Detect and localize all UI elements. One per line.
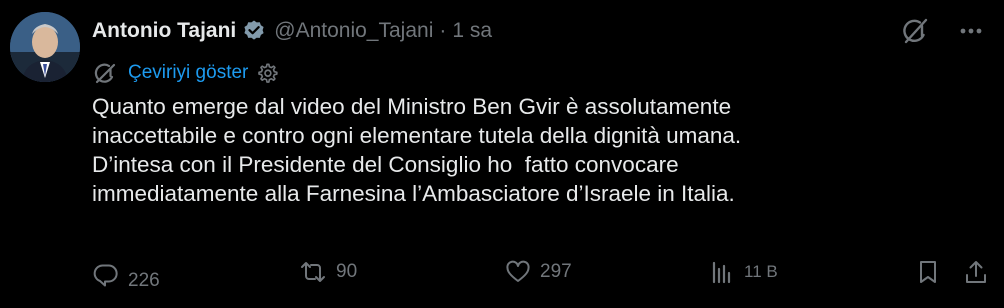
show-translation[interactable]: Çeviriyi göster xyxy=(92,58,279,88)
views-icon xyxy=(708,258,736,286)
bookmark-button[interactable] xyxy=(914,258,942,286)
tweet-text-line: D’intesa con il Presidente del Consiglio… xyxy=(92,152,679,177)
more-icon[interactable] xyxy=(956,16,986,46)
views-button[interactable]: 11 B xyxy=(708,258,778,286)
tweet-text-line: inaccettabile e contro ogni elementare t… xyxy=(92,123,742,148)
like-count: 297 xyxy=(540,261,572,282)
reply-icon xyxy=(92,261,120,289)
avatar-photo xyxy=(10,12,80,82)
tweet[interactable]: Antonio Tajani @Antonio_Tajani · 1 sa Çe… xyxy=(0,0,1004,308)
like-button[interactable]: 297 xyxy=(504,258,572,286)
reply-count: 226 xyxy=(128,270,160,291)
tweet-top-actions xyxy=(898,14,986,48)
translate-icon xyxy=(92,60,118,86)
tweet-text: Quanto emerge dal video del Ministro Ben… xyxy=(92,92,982,208)
show-translation-label[interactable]: Çeviriyi göster xyxy=(128,62,248,84)
retweet-button[interactable]: 90 xyxy=(298,258,357,286)
retweet-icon xyxy=(298,258,328,286)
bookmark-icon xyxy=(914,258,942,286)
author-name[interactable]: Antonio Tajani xyxy=(92,19,236,43)
tweet-header: Antonio Tajani @Antonio_Tajani · 1 sa xyxy=(92,14,492,48)
reply-button[interactable]: 226 xyxy=(92,258,160,292)
tweet-actions: 226 90 297 11 B xyxy=(0,254,1004,294)
gear-icon[interactable] xyxy=(256,62,279,84)
retweet-count: 90 xyxy=(336,261,358,282)
author-handle[interactable]: @Antonio_Tajani xyxy=(274,19,433,43)
tweet-text-line: immediatamente alla Farnesina l’Ambascia… xyxy=(92,181,735,206)
like-icon xyxy=(504,258,532,286)
timestamp[interactable]: 1 sa xyxy=(452,19,492,43)
separator-dot: · xyxy=(439,19,447,42)
grok-icon[interactable] xyxy=(898,14,932,48)
tweet-text-line: Quanto emerge dal video del Ministro Ben… xyxy=(92,94,732,119)
avatar[interactable] xyxy=(10,12,80,82)
share-button[interactable] xyxy=(962,258,990,286)
share-icon xyxy=(962,258,990,286)
verified-badge-icon xyxy=(242,19,266,43)
views-count: 11 B xyxy=(744,262,778,281)
